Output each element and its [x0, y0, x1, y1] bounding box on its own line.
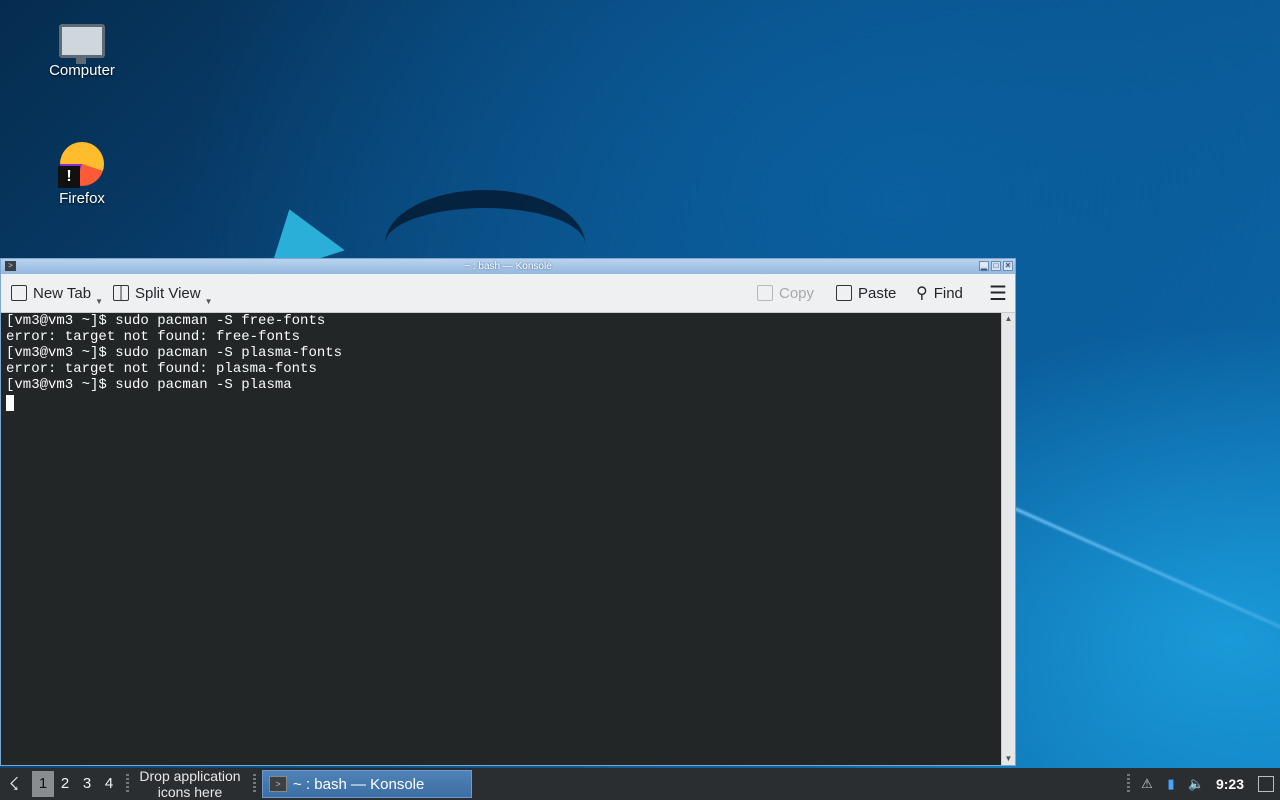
- minimize-button[interactable]: ▁: [979, 261, 989, 271]
- desktop-3-button[interactable]: 3: [76, 771, 98, 797]
- find-button[interactable]: ⚲ Find: [916, 274, 963, 312]
- dropzone-text: Drop application: [139, 768, 241, 784]
- hamburger-menu-button[interactable]: ☰: [989, 274, 1007, 312]
- dropdown-arrow-icon[interactable]: ▼: [205, 297, 213, 306]
- dropzone-text: icons here: [157, 784, 223, 800]
- desktop-2-button[interactable]: 2: [54, 771, 76, 797]
- panel-separator: [126, 774, 129, 794]
- terminal-line: [vm3@vm3 ~]$ sudo pacman -S plasma-fonts: [6, 345, 343, 361]
- terminal-line: [vm3@vm3 ~]$ sudo pacman -S plasma: [6, 377, 292, 393]
- wallpaper-streak: [1009, 505, 1280, 671]
- new-tab-label: New Tab: [33, 284, 92, 302]
- window-title: ~ : bash — Konsole: [464, 261, 552, 272]
- terminal-app-icon: >: [269, 776, 287, 792]
- desktop-icon-label: Firefox: [59, 190, 105, 207]
- copy-button[interactable]: Copy: [757, 274, 814, 312]
- terminal-scrollbar[interactable]: ▲ ▼: [1001, 313, 1015, 765]
- desktop-switcher: 1 2 3 4: [32, 771, 120, 797]
- firefox-icon: !: [58, 142, 104, 188]
- warning-badge: !: [58, 166, 80, 188]
- copy-label: Copy: [779, 284, 815, 302]
- terminal-output[interactable]: [vm3@vm3 ~]$ sudo pacman -S free-fonts e…: [1, 313, 1001, 765]
- panel-separator: [253, 774, 256, 794]
- terminal-app-icon[interactable]: >: [5, 261, 16, 271]
- split-view-button[interactable]: Split View ▼: [113, 274, 213, 312]
- maximize-button[interactable]: □: [991, 261, 1001, 271]
- usb-device-icon[interactable]: ▮: [1164, 776, 1178, 792]
- clock[interactable]: 9:23: [1216, 776, 1244, 792]
- desktop-icon-computer[interactable]: Computer: [27, 24, 137, 79]
- find-label: Find: [933, 284, 963, 302]
- desktop-icon-label: Computer: [49, 62, 115, 79]
- new-tab-icon: [11, 285, 27, 301]
- copy-icon: [757, 285, 773, 301]
- desktop-icon-firefox[interactable]: ! Firefox: [27, 142, 137, 207]
- konsole-window: > ~ : bash — Konsole ▁ □ ✕ New Tab ▼ Spl…: [0, 258, 1016, 766]
- taskbar: ☇ 1 2 3 4 Drop application icons here > …: [0, 768, 1280, 800]
- volume-icon[interactable]: 🔈: [1188, 776, 1204, 792]
- taskbar-item-konsole[interactable]: > ~ : bash — Konsole: [262, 770, 472, 798]
- paste-label: Paste: [858, 284, 897, 302]
- computer-icon: [59, 24, 105, 64]
- hamburger-menu-icon: ☰: [989, 282, 1007, 305]
- new-tab-button[interactable]: New Tab ▼: [11, 274, 103, 312]
- desktop-1-button[interactable]: 1: [32, 771, 54, 797]
- split-view-icon: [113, 285, 129, 301]
- dropdown-arrow-icon[interactable]: ▼: [95, 297, 103, 306]
- split-view-label: Split View: [135, 284, 201, 302]
- terminal-line: error: target not found: free-fonts: [6, 329, 301, 345]
- terminal-line: [vm3@vm3 ~]$ sudo pacman -S free-fonts: [6, 313, 326, 329]
- paste-button[interactable]: Paste: [836, 274, 896, 312]
- task-label: ~ : bash — Konsole: [293, 775, 425, 793]
- window-titlebar[interactable]: > ~ : bash — Konsole ▁ □ ✕: [1, 259, 1015, 274]
- close-button[interactable]: ✕: [1003, 261, 1013, 271]
- system-tray: ⚠ ▮ 🔈 9:23: [1126, 768, 1280, 800]
- konsole-toolbar: New Tab ▼ Split View ▼ Copy Paste ⚲ Find…: [1, 274, 1015, 313]
- notification-bell-icon[interactable]: ⚠: [1140, 776, 1154, 792]
- quicklaunch-dropzone[interactable]: Drop application icons here: [134, 768, 246, 800]
- show-desktop-button[interactable]: [1258, 776, 1274, 792]
- search-icon: ⚲: [916, 285, 928, 302]
- scroll-down-icon[interactable]: ▼: [1002, 753, 1015, 765]
- scroll-up-icon[interactable]: ▲: [1002, 313, 1015, 325]
- terminal-cursor: [6, 395, 14, 411]
- terminal-line: error: target not found: plasma-fonts: [6, 361, 317, 377]
- panel-separator: [1126, 774, 1130, 794]
- desktop-4-button[interactable]: 4: [98, 771, 120, 797]
- paste-icon: [836, 285, 852, 301]
- application-menu-icon[interactable]: ☇: [2, 772, 26, 796]
